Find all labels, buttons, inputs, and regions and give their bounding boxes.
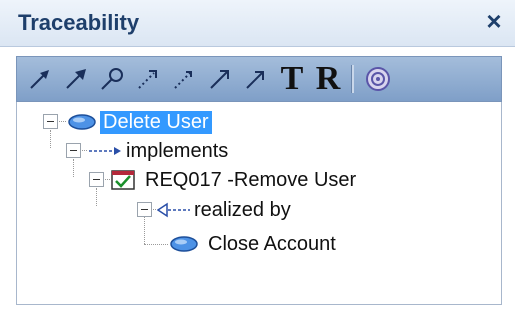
trace-arrow-alt-icon bbox=[210, 70, 229, 89]
tree-node-label: realized by bbox=[194, 198, 291, 221]
trace-arrow-alt-button[interactable] bbox=[203, 62, 237, 96]
panel-title: Traceability bbox=[18, 10, 140, 35]
tree-node-implements[interactable]: implements bbox=[88, 137, 228, 165]
tree-connector bbox=[96, 188, 97, 206]
traceability-toolbar: T R bbox=[16, 56, 502, 102]
trace-arrow-button[interactable] bbox=[23, 62, 57, 96]
requirement-icon bbox=[111, 170, 135, 190]
trace-arrow-bold-button[interactable] bbox=[59, 62, 93, 96]
trace-dotted-up-icon bbox=[138, 70, 157, 89]
use-case-icon bbox=[68, 114, 96, 130]
help-icon bbox=[366, 67, 390, 91]
traceability-panel: Traceability × T R Delete User implement… bbox=[0, 0, 515, 313]
tree-node-label: Close Account bbox=[208, 232, 336, 255]
help-button[interactable] bbox=[361, 62, 395, 96]
tree-node-label: implements bbox=[126, 139, 229, 162]
tree-node-label: REQ017 -Remove User bbox=[145, 168, 357, 191]
collapse-toggle[interactable] bbox=[89, 172, 104, 187]
trace-arrow-alt2-icon bbox=[246, 71, 264, 89]
letter-r-label: R bbox=[315, 60, 341, 97]
trace-search-icon bbox=[101, 68, 123, 90]
trace-dotted-down-button[interactable] bbox=[167, 62, 201, 96]
tree-node-close-account[interactable]: Close Account bbox=[169, 230, 336, 258]
tree-node-label: Delete User bbox=[100, 110, 212, 134]
trace-arrow-bold-icon bbox=[66, 69, 86, 89]
collapse-toggle[interactable] bbox=[43, 114, 58, 129]
letter-t-label: T bbox=[280, 60, 304, 97]
tree-node-delete-user[interactable]: Delete User bbox=[67, 108, 212, 136]
collapse-toggle[interactable] bbox=[137, 202, 152, 217]
trace-dotted-down-icon bbox=[174, 71, 192, 89]
trace-arrow-alt2-button[interactable] bbox=[239, 62, 273, 96]
show-realization-button[interactable]: R bbox=[311, 62, 345, 96]
show-trace-text-button[interactable]: T bbox=[275, 62, 309, 96]
tree-connector bbox=[144, 217, 145, 244]
implements-arrow-icon bbox=[89, 147, 121, 155]
tree-connector bbox=[57, 121, 66, 122]
tree-connector bbox=[144, 244, 168, 245]
realized-by-arrow-icon bbox=[157, 202, 190, 218]
tree-connector bbox=[73, 159, 74, 177]
tree-node-realized-by[interactable]: realized by bbox=[157, 196, 291, 224]
close-button[interactable]: × bbox=[481, 5, 507, 37]
trace-search-button[interactable] bbox=[95, 62, 129, 96]
collapse-toggle[interactable] bbox=[66, 143, 81, 158]
trace-arrow-icon bbox=[30, 70, 49, 89]
panel-titlebar: Traceability × bbox=[0, 0, 515, 47]
tree-node-req017[interactable]: REQ017 -Remove User bbox=[111, 166, 356, 194]
trace-dotted-up-button[interactable] bbox=[131, 62, 165, 96]
toolbar-separator bbox=[351, 65, 354, 93]
tree-connector bbox=[50, 130, 51, 148]
use-case-icon bbox=[170, 236, 198, 252]
traceability-tree: Delete User implements REQ017 -Remove Us… bbox=[16, 102, 502, 305]
